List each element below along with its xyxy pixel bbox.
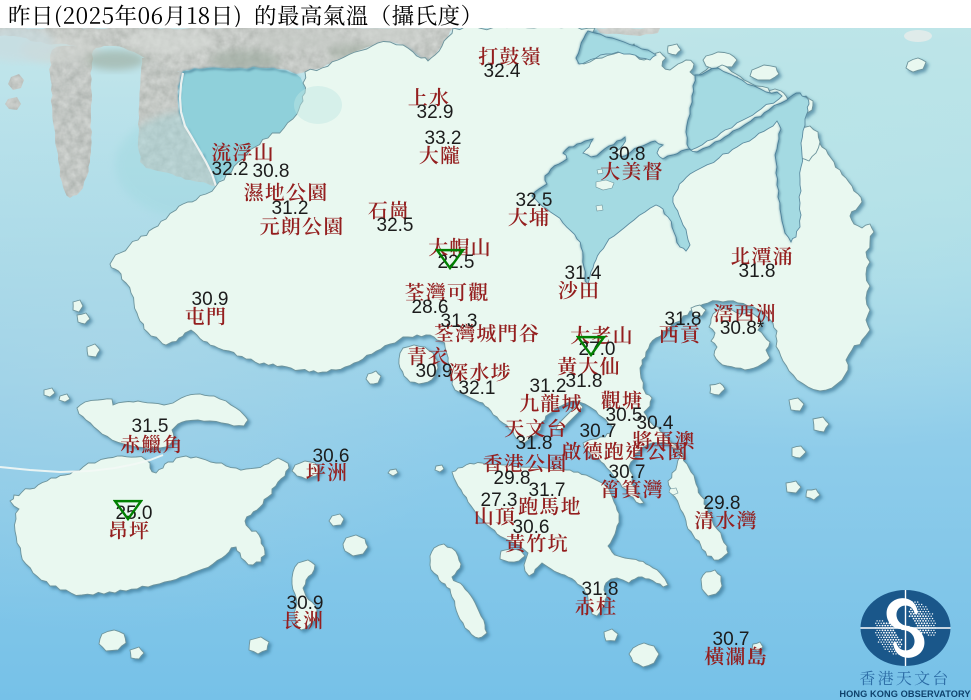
cloud-patch	[904, 30, 932, 42]
station-max-temperature: 32.5	[376, 215, 414, 236]
station-max-temperature: 30.9	[415, 361, 453, 382]
title-bar	[0, 0, 971, 29]
station-max-temperature: 31.8	[515, 433, 553, 454]
station-max-temperature: 30.7	[579, 421, 617, 442]
station-max-temperature: 27.3	[480, 490, 518, 511]
station-max-temperature: 30.4	[636, 413, 674, 434]
min-temperature-marker	[435, 248, 465, 271]
station-max-temperature: 30.6	[512, 517, 550, 538]
station-max-temperature: 33.2	[424, 128, 462, 149]
station-max-temperature: 30.9	[191, 289, 229, 310]
min-temperature-marker	[576, 335, 606, 358]
page-title	[8, 4, 484, 32]
station-max-temperature: 31.2	[529, 376, 567, 397]
station-max-temperature: 32.2	[211, 159, 249, 180]
station-max-temperature: 30.8	[608, 144, 646, 165]
station-max-temperature: 32.1	[458, 378, 496, 399]
station-max-temperature: 31.5	[131, 416, 169, 437]
station-max-temperature: 31.3	[440, 311, 478, 332]
station-max-temperature: 32.5	[515, 190, 553, 211]
hko-temperature-map: 32.4 32.9 33.2 32.2 30.8 31.2 32.5 32.5 30.8 22.5…	[0, 0, 971, 700]
station-max-temperature: 31.7	[528, 480, 566, 501]
station-max-temperature: 30.9	[286, 593, 324, 614]
station-max-temperature: 30.8*	[719, 318, 765, 339]
station-max-temperature: 31.8	[664, 309, 702, 330]
station-max-temperature: 30.6	[312, 446, 350, 467]
logo-chinese-name	[859, 670, 950, 691]
logo-english-name: HONG KONG OBSERVATORY	[839, 689, 971, 699]
station-max-temperature: 30.8	[252, 161, 290, 182]
hong-kong-map	[0, 25, 971, 700]
station-max-temperature: 31.8	[581, 579, 619, 600]
station-max-temperature: 29.8	[703, 493, 741, 514]
station-max-temperature: 31.8	[738, 261, 776, 282]
station-max-temperature: 29.8	[493, 468, 531, 489]
min-temperature-marker	[113, 499, 143, 522]
station-max-temperature: 31.4	[564, 263, 602, 284]
station-max-temperature: 32.9	[416, 102, 454, 123]
station-max-temperature: 30.7	[608, 462, 646, 483]
station-max-temperature: 31.2	[271, 198, 309, 219]
station-max-temperature: 30.7	[712, 629, 750, 650]
station-max-temperature: 32.4	[483, 61, 521, 82]
hko-logo: HONG KONG OBSERVATORY	[839, 586, 971, 700]
maipo-fishponds-tint	[294, 86, 342, 124]
station-max-temperature: 31.8	[565, 371, 603, 392]
